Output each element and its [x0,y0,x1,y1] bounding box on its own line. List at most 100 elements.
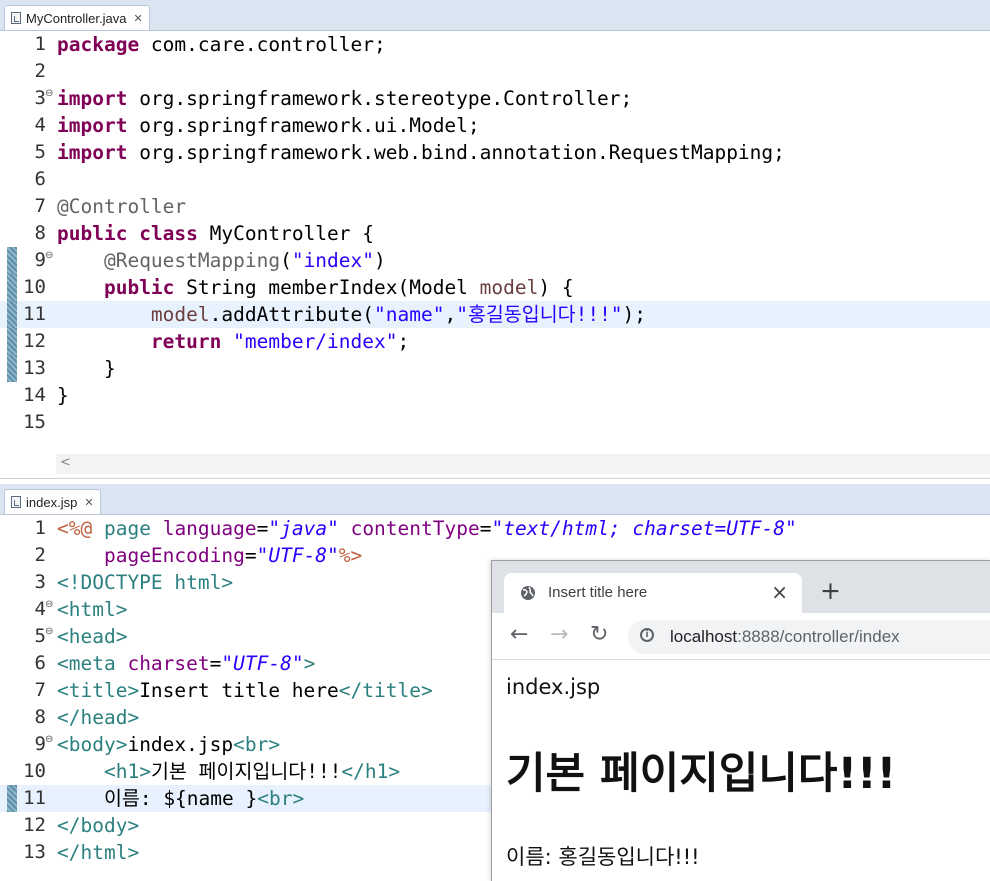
fold-toggle-icon[interactable]: ⊖ [45,250,53,262]
line-number: 2 [34,544,46,566]
tab-index-jsp[interactable]: index.jsp ✕ [4,489,101,514]
line-number: 1 [34,517,46,539]
line-number: 11 [23,787,46,809]
code-token: </h1> [341,760,401,783]
close-tab-icon[interactable]: ✕ [84,496,93,509]
page-heading: 기본 페이지입니다!!! [506,749,897,799]
code-token: "name" [374,303,445,326]
page-text-name: 이름: 홍길동입니다!!! [506,845,700,869]
code-token: <%@ [57,517,93,540]
line-number: 2 [34,60,46,82]
line-number: 12 [23,330,46,352]
fold-toggle-icon[interactable]: ⊖ [45,88,53,100]
code-token: "member/index" [233,330,398,353]
line-number: 10 [23,760,46,782]
line-number: 6 [34,652,46,674]
url-path: :8888/controller/index [737,627,900,646]
close-icon[interactable]: × [771,580,788,604]
code-token: com.care.controller; [139,33,386,56]
code-token: pageEncoding [103,544,245,567]
code-token: 기본 페이지입니다!!! [150,760,342,783]
code-token: %> [338,544,363,567]
code-line[interactable]: 2 [0,58,990,85]
code-line[interactable]: 4 import org.springframework.ui.Model; [0,112,990,139]
back-arrow-icon[interactable]: ← [510,622,528,648]
code-text: model.addAttribute("name","홍길동입니다!!!"); [57,301,646,328]
code-token: model [479,276,539,299]
code-line[interactable]: 15 [0,409,990,436]
line-gutter: 10 [0,274,56,301]
line-gutter: 10 [0,758,56,785]
java-file-icon [11,12,21,24]
code-line[interactable]: 10 public String memberIndex(Model model… [0,274,990,301]
code-token: } [57,384,69,407]
scroll-left-icon[interactable]: < [60,455,71,470]
code-text: public class MyController { [57,220,374,247]
code-line[interactable]: 6 [0,166,990,193]
new-tab-button[interactable]: + [820,576,841,605]
browser-tabbar: Insert title here × + [492,561,990,613]
code-line[interactable]: 3 ⊖ import org.springframework.stereotype.… [0,85,990,112]
code-text: import org.springframework.web.bind.anno… [57,139,785,166]
tab-mycontroller-java[interactable]: MyController.java ✕ [4,5,150,30]
code-token: ( [280,249,292,272]
reload-icon[interactable]: ↻ [590,622,608,648]
horizontal-scrollbar[interactable]: < [56,454,990,474]
code-token: class [139,222,198,245]
code-token: String memberIndex(Model [174,276,480,299]
code-token: ) [374,249,386,272]
code-token: 이름: ${name } [57,787,258,810]
line-gutter: 5 [0,139,56,166]
address-bar[interactable]: i localhost:8888/controller/index [628,620,990,654]
fold-toggle-icon[interactable]: ⊖ [45,599,53,611]
code-line[interactable]: 1 package com.care.controller; [0,31,990,58]
code-line[interactable]: 12 return "member/index"; [0,328,990,355]
code-line[interactable]: 7 @Controller [0,193,990,220]
java-editor-tabstrip: MyController.java ✕ [0,0,990,31]
code-token: model [150,303,210,326]
code-line[interactable]: 8 public class MyController { [0,220,990,247]
code-text: 이름: ${name }<br> [57,785,304,812]
code-line[interactable]: 11 model.addAttribute("name","홍길동입니다!!!"… [0,301,990,328]
url-text[interactable]: localhost:8888/controller/index [670,627,900,647]
code-line[interactable]: 9 ⊖ @RequestMapping("index") [0,247,990,274]
line-gutter: 12 [0,812,56,839]
close-tab-icon[interactable]: ✕ [133,12,142,25]
code-token: MyController { [197,222,375,245]
line-number: 13 [23,841,46,863]
line-gutter: 6 [0,650,56,677]
code-text: import org.springframework.ui.Model; [57,112,480,139]
code-line[interactable]: 14} [0,382,990,409]
line-number: 8 [34,706,46,728]
code-text: @RequestMapping("index") [57,247,386,274]
code-token: @Controller [57,195,187,218]
change-marker [7,785,17,812]
line-gutter: 3 [0,569,56,596]
code-token: "index" [291,249,375,272]
code-line[interactable]: 1 <%@ page language="java" contentType="t… [0,515,990,542]
forward-arrow-icon[interactable]: → [550,622,568,648]
code-text: <meta charset="UTF-8"> [57,650,315,677]
code-token: org.springframework.stereotype.Controlle… [127,87,633,110]
code-token: </body> [57,814,140,837]
java-code-editor[interactable]: 1 package com.care.controller; 2 3 ⊖ import o… [0,31,990,436]
code-token: > [303,652,316,675]
line-gutter: 8 [0,704,56,731]
code-token: contentType [350,517,480,540]
line-gutter: 9 ⊖ [0,731,56,758]
code-token: "text/html; charset=UTF-8" [491,517,797,540]
code-line[interactable]: 5 import org.springframework.web.bind.ann… [0,139,990,166]
code-token: </head> [57,706,140,729]
browser-tab[interactable]: Insert title here × [504,573,802,613]
code-token: Insert title here [139,679,339,702]
code-token: <html> [57,598,128,621]
fold-toggle-icon[interactable]: ⊖ [45,734,53,746]
code-line[interactable]: 13 } [0,355,990,382]
fold-toggle-icon[interactable]: ⊖ [45,626,53,638]
code-text: </head> [57,704,139,731]
site-info-icon[interactable]: i [640,628,654,642]
